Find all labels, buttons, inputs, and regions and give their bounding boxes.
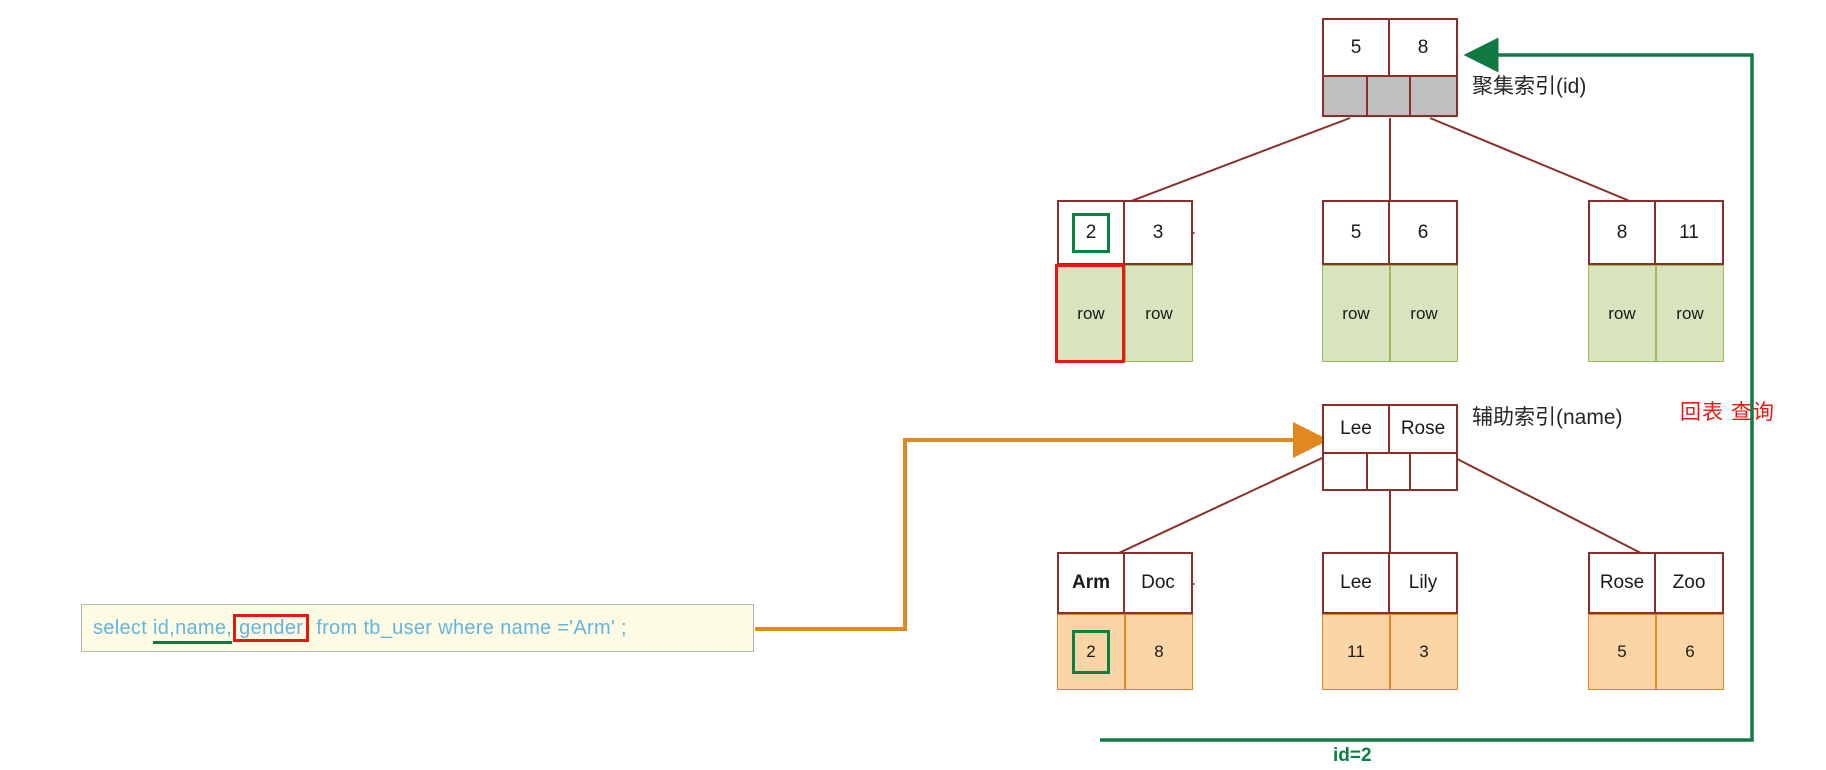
secondary-leaf-1-keys: Lee Lily bbox=[1322, 552, 1458, 614]
clustered-leaf-node-1[interactable]: 5 6 row row bbox=[1322, 200, 1458, 362]
clustered-root-pointer-2[interactable] bbox=[1411, 77, 1457, 115]
sql-covered-columns: id,name, bbox=[153, 617, 233, 644]
id-equals-label: id=2 bbox=[1333, 745, 1372, 766]
secondary-leaf-node-2[interactable]: Rose Zoo 5 6 bbox=[1588, 552, 1724, 690]
secondary-leaf-1-key-1[interactable]: Lily bbox=[1390, 554, 1456, 612]
sql-keyword-from: from bbox=[316, 617, 358, 639]
secondary-index-label: 辅助索引(name) bbox=[1472, 406, 1623, 429]
clustered-leaf-node-2[interactable]: 8 11 row row bbox=[1588, 200, 1724, 362]
clustered-leaf-2-row-0[interactable]: row bbox=[1588, 265, 1656, 362]
clustered-leaf-1-rows: row row bbox=[1322, 265, 1458, 362]
clustered-leaf-2-key-0[interactable]: 8 bbox=[1590, 202, 1657, 263]
clustered-leaf-0-keys: 2 3 bbox=[1057, 200, 1193, 265]
sql-statement-text: select id,name, gender from tb_user where name… bbox=[93, 614, 627, 644]
secondary-leaf-2-ids: 5 6 bbox=[1588, 614, 1724, 690]
secondary-leaf-0-keys: Arm Doc bbox=[1057, 552, 1193, 614]
secondary-root-pointer-1[interactable] bbox=[1367, 454, 1412, 489]
secondary-leaf-1-key-0[interactable]: Lee bbox=[1324, 554, 1391, 612]
clustered-leaf-2-rows: row row bbox=[1588, 265, 1724, 362]
matched-id-highlight: 2 bbox=[1072, 630, 1110, 674]
secondary-leaf-node-0[interactable]: Arm Doc 2 8 bbox=[1057, 552, 1193, 690]
secondary-root-node[interactable]: Lee Rose bbox=[1322, 404, 1458, 491]
clustered-leaf-1-keys: 5 6 bbox=[1322, 200, 1458, 265]
secondary-root-key-1[interactable]: Rose bbox=[1390, 406, 1456, 452]
secondary-leaf-0-id-1[interactable]: 8 bbox=[1125, 614, 1193, 690]
query-entry-arrow bbox=[755, 422, 1329, 631]
secondary-root-pointer-0[interactable] bbox=[1324, 454, 1368, 489]
clustered-leaf-0-key-0[interactable]: 2 bbox=[1059, 202, 1126, 263]
clustered-root-pointer-1[interactable] bbox=[1367, 77, 1412, 115]
secondary-leaf-0-key-1[interactable]: Doc bbox=[1125, 554, 1191, 612]
sql-table-name: tb_user bbox=[363, 617, 433, 639]
secondary-leaf-2-id-1[interactable]: 6 bbox=[1656, 614, 1724, 690]
clustered-leaf-1-key-1[interactable]: 6 bbox=[1390, 202, 1456, 263]
diagram-canvas: 5 8 聚集索引(id) 2 3 row row 5 6 row row 8 1… bbox=[0, 0, 1826, 770]
clustered-root-pointer-0[interactable] bbox=[1324, 77, 1368, 115]
secondary-leaf-1-id-1[interactable]: 3 bbox=[1390, 614, 1458, 690]
sql-keyword-select: select bbox=[93, 617, 148, 639]
secondary-leaf-2-id-0[interactable]: 5 bbox=[1588, 614, 1656, 690]
target-row-red-highlight bbox=[1055, 264, 1125, 363]
sql-predicate: name ='Arm' ; bbox=[500, 617, 627, 639]
secondary-leaf-1-ids: 11 3 bbox=[1322, 614, 1458, 690]
secondary-leaf-2-key-1[interactable]: Zoo bbox=[1656, 554, 1722, 612]
secondary-root-keys: Lee Rose bbox=[1322, 404, 1458, 454]
clustered-root-keys: 5 8 bbox=[1322, 18, 1458, 77]
sql-keyword-where: where bbox=[438, 617, 495, 639]
secondary-leaf-2-key-0[interactable]: Rose bbox=[1590, 554, 1657, 612]
back-to-table-label: 回表 查询 bbox=[1680, 401, 1775, 424]
secondary-root-key-0[interactable]: Lee bbox=[1324, 406, 1391, 452]
clustered-leaf-node-0[interactable]: 2 3 row row bbox=[1055, 200, 1193, 363]
clustered-index-label: 聚集索引(id) bbox=[1472, 75, 1587, 98]
clustered-leaf-1-row-1[interactable]: row bbox=[1390, 265, 1458, 362]
clustered-root-key-1[interactable]: 8 bbox=[1390, 20, 1456, 75]
clustered-leaf-0-row-1[interactable]: row bbox=[1125, 265, 1193, 362]
clustered-leaf-2-key-1[interactable]: 11 bbox=[1656, 202, 1722, 263]
clustered-leaf-2-row-1[interactable]: row bbox=[1656, 265, 1724, 362]
clustered-key-highlight: 2 bbox=[1072, 212, 1111, 253]
secondary-root-pointer-2[interactable] bbox=[1411, 454, 1457, 489]
connector-layer bbox=[755, 37, 1754, 742]
secondary-leaf-node-1[interactable]: Lee Lily 11 3 bbox=[1322, 552, 1458, 690]
sql-uncovered-column: gender bbox=[233, 614, 310, 642]
clustered-leaf-2-keys: 8 11 bbox=[1588, 200, 1724, 265]
clustered-root-key-0[interactable]: 5 bbox=[1324, 20, 1391, 75]
clustered-root-node[interactable]: 5 8 bbox=[1322, 18, 1458, 117]
secondary-leaf-1-id-0[interactable]: 11 bbox=[1322, 614, 1390, 690]
clustered-root-pointers bbox=[1322, 77, 1458, 117]
secondary-leaf-0-ids: 2 8 bbox=[1057, 614, 1193, 690]
secondary-leaf-0-id-0[interactable]: 2 bbox=[1057, 614, 1125, 690]
secondary-root-pointers bbox=[1322, 454, 1458, 491]
clustered-leaf-1-row-0[interactable]: row bbox=[1322, 265, 1390, 362]
clustered-leaf-1-key-0[interactable]: 5 bbox=[1324, 202, 1391, 263]
sql-statement-box[interactable]: select id,name, gender from tb_user where name… bbox=[81, 604, 754, 652]
secondary-leaf-0-key-0[interactable]: Arm bbox=[1059, 554, 1126, 612]
secondary-leaf-2-keys: Rose Zoo bbox=[1588, 552, 1724, 614]
clustered-leaf-0-key-1[interactable]: 3 bbox=[1125, 202, 1191, 263]
